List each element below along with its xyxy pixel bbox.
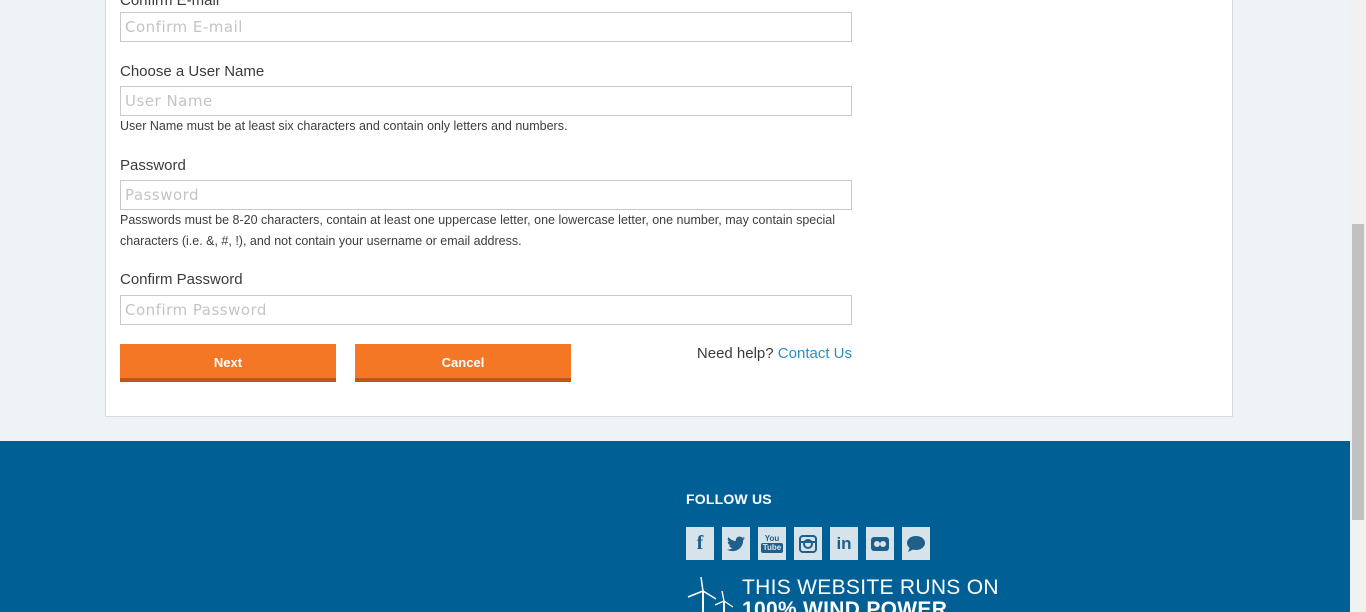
cancel-button[interactable]: Cancel bbox=[355, 344, 571, 382]
wind-line-2: 100% WIND POWER bbox=[742, 598, 948, 612]
follow-us-heading: FOLLOW US bbox=[686, 491, 772, 507]
confirm-email-label: Confirm E-mail bbox=[120, 0, 220, 9]
facebook-icon[interactable]: f bbox=[686, 527, 714, 560]
confirm-password-label: Confirm Password bbox=[120, 271, 243, 288]
flickr-icon[interactable] bbox=[866, 527, 894, 560]
password-label: Password bbox=[120, 157, 186, 174]
confirm-password-field[interactable] bbox=[120, 295, 852, 325]
next-button[interactable]: Next bbox=[120, 344, 336, 382]
footer: FOLLOW US f You Tube in THIS WEBSITE RUN… bbox=[0, 441, 1350, 612]
contact-us-link[interactable]: Contact Us bbox=[778, 345, 852, 362]
wind-power-badge: THIS WEBSITE RUNS ON 100% WIND POWER bbox=[686, 577, 999, 612]
confirm-email-field[interactable] bbox=[120, 12, 852, 42]
need-help-label: Need help? bbox=[696, 345, 774, 362]
username-hint: User Name must be at least six character… bbox=[120, 119, 568, 133]
twitter-icon[interactable] bbox=[722, 527, 750, 560]
wind-line-1: THIS WEBSITE RUNS ON bbox=[742, 576, 999, 599]
help-text: Need help? Contact Us bbox=[697, 345, 852, 362]
linkedin-icon[interactable]: in bbox=[830, 527, 858, 560]
scrollbar-thumb[interactable] bbox=[1352, 224, 1364, 520]
username-field[interactable] bbox=[120, 86, 852, 116]
social-links: f You Tube in bbox=[686, 527, 930, 560]
youtube-icon[interactable]: You Tube bbox=[758, 527, 786, 560]
wind-turbine-icon bbox=[687, 577, 734, 612]
username-label: Choose a User Name bbox=[120, 63, 265, 80]
password-field[interactable] bbox=[120, 180, 852, 210]
instagram-icon[interactable] bbox=[794, 527, 822, 560]
chat-icon[interactable] bbox=[902, 527, 930, 560]
password-hint: Passwords must be 8-20 characters, conta… bbox=[120, 213, 835, 248]
